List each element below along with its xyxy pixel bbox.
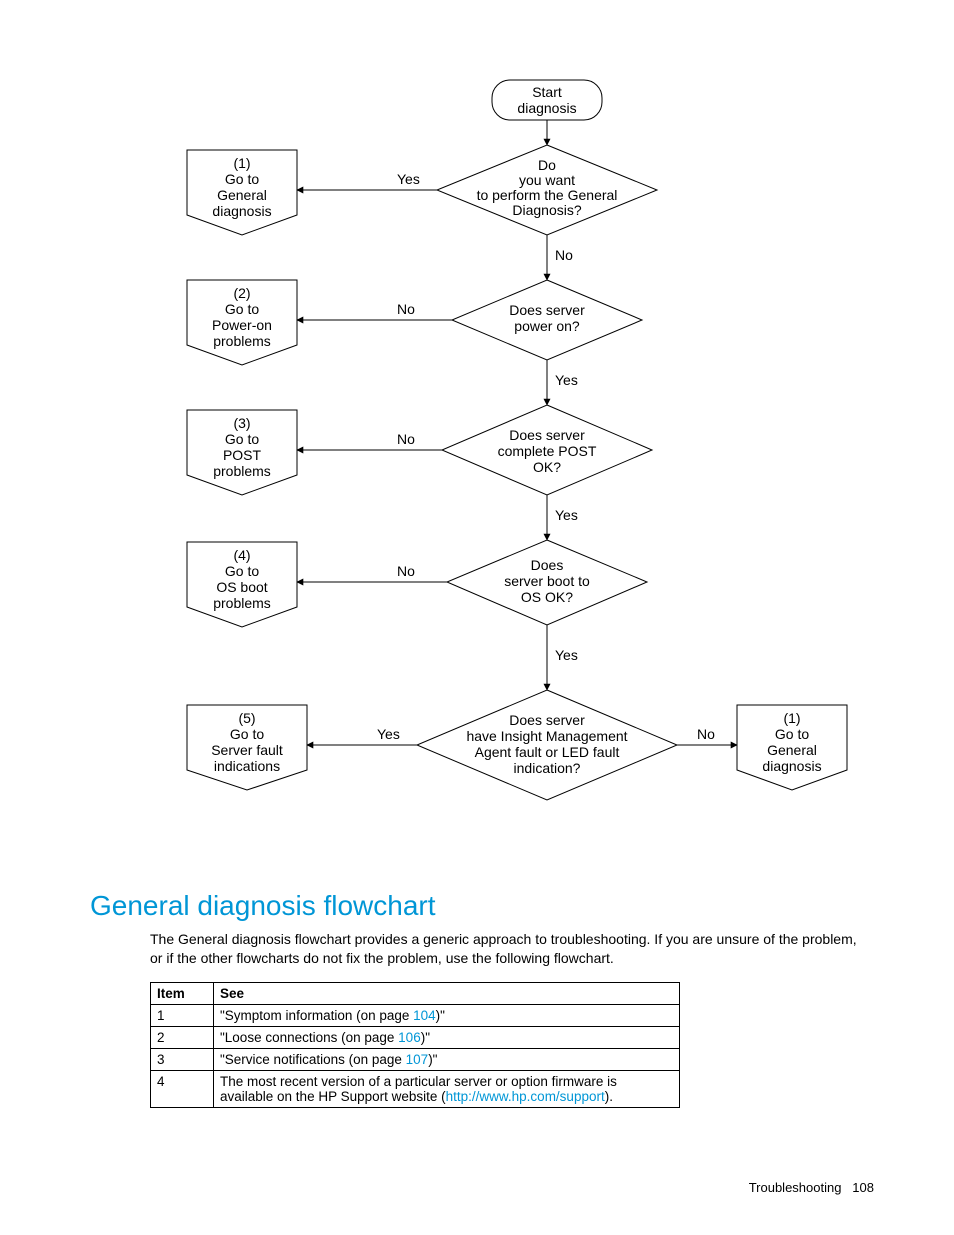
svg-text:have Insight Management: have Insight Management — [466, 728, 627, 744]
page-link[interactable]: http://www.hp.com/support — [446, 1089, 605, 1104]
svg-text:to perform the General: to perform the General — [477, 187, 618, 203]
svg-text:Go to: Go to — [225, 563, 259, 579]
svg-text:General: General — [767, 742, 817, 758]
svg-text:OK?: OK? — [533, 459, 561, 475]
col-see: See — [214, 982, 680, 1004]
offpage-right: (1) Go to General diagnosis — [737, 705, 847, 790]
cell-item: 2 — [151, 1026, 214, 1048]
svg-text:(1): (1) — [783, 710, 800, 726]
svg-text:Does: Does — [531, 557, 564, 573]
svg-text:(1): (1) — [233, 155, 250, 171]
page-link[interactable]: 106 — [398, 1030, 421, 1045]
table-row: 4The most recent version of a particular… — [151, 1070, 680, 1107]
edge-yes-4: Yes — [555, 647, 578, 663]
table-row: 2"Loose connections (on page 106)" — [151, 1026, 680, 1048]
svg-text:indications: indications — [214, 758, 280, 774]
section-title: General diagnosis flowchart — [90, 890, 894, 922]
offpage-4: (4) Go to OS boot problems — [187, 542, 297, 627]
cell-see: "Loose connections (on page 106)" — [214, 1026, 680, 1048]
svg-text:diagnosis: diagnosis — [762, 758, 821, 774]
svg-text:Go to: Go to — [225, 171, 259, 187]
cell-see: The most recent version of a particular … — [214, 1070, 680, 1107]
svg-text:diagnosis: diagnosis — [212, 203, 271, 219]
offpage-3: (3) Go to POST problems — [187, 410, 297, 495]
svg-text:problems: problems — [213, 595, 271, 611]
edge-no-4: No — [397, 563, 415, 579]
table-row: 1"Symptom information (on page 104)" — [151, 1004, 680, 1026]
svg-text:server boot to: server boot to — [504, 573, 590, 589]
start-text-2: diagnosis — [517, 100, 576, 116]
offpage-1: (1) Go to General diagnosis — [187, 150, 297, 235]
cell-item: 4 — [151, 1070, 214, 1107]
edge-no-5: No — [697, 726, 715, 742]
page-link[interactable]: 104 — [413, 1008, 436, 1023]
svg-text:OS boot: OS boot — [216, 579, 267, 595]
start-text: Start — [532, 84, 562, 100]
edge-no-2: No — [397, 301, 415, 317]
decision-1: Do you want to perform the General Diagn… — [437, 145, 657, 235]
decision-4: Does server boot to OS OK? — [447, 540, 647, 625]
svg-text:Power-on: Power-on — [212, 317, 272, 333]
svg-text:complete POST: complete POST — [498, 443, 597, 459]
svg-text:problems: problems — [213, 463, 271, 479]
section-body: The General diagnosis flowchart provides… — [150, 930, 864, 968]
svg-text:(4): (4) — [233, 547, 250, 563]
col-item: Item — [151, 982, 214, 1004]
svg-text:problems: problems — [213, 333, 271, 349]
svg-text:Does server: Does server — [509, 712, 585, 728]
svg-text:Go to: Go to — [775, 726, 809, 742]
page-link[interactable]: 107 — [406, 1052, 429, 1067]
offpage-5: (5) Go to Server fault indications — [187, 705, 307, 790]
edge-yes-3: Yes — [555, 507, 578, 523]
svg-text:Server fault: Server fault — [211, 742, 283, 758]
edge-yes-5: Yes — [377, 726, 400, 742]
svg-text:POST: POST — [223, 447, 262, 463]
diagnosis-flowchart: Start diagnosis Do you want to perform t… — [97, 70, 857, 860]
reference-table: Item See 1"Symptom information (on page … — [150, 982, 680, 1108]
start-node: Start diagnosis — [492, 80, 602, 120]
svg-text:Go to: Go to — [230, 726, 264, 742]
edge-no-1: No — [555, 247, 573, 263]
edge-yes-2: Yes — [555, 372, 578, 388]
page-footer: Troubleshooting 108 — [749, 1180, 874, 1195]
svg-text:Do: Do — [538, 157, 556, 173]
table-row: 3"Service notifications (on page 107)" — [151, 1048, 680, 1070]
svg-text:General: General — [217, 187, 267, 203]
edge-no-3: No — [397, 431, 415, 447]
decision-2: Does server power on? — [452, 280, 642, 360]
svg-text:OS OK?: OS OK? — [521, 589, 573, 605]
svg-text:Does server: Does server — [509, 302, 585, 318]
svg-text:(5): (5) — [238, 710, 255, 726]
cell-item: 3 — [151, 1048, 214, 1070]
svg-text:(2): (2) — [233, 285, 250, 301]
svg-text:you want: you want — [519, 172, 575, 188]
footer-page: 108 — [852, 1180, 874, 1195]
cell-item: 1 — [151, 1004, 214, 1026]
svg-text:(3): (3) — [233, 415, 250, 431]
svg-text:Diagnosis?: Diagnosis? — [512, 202, 581, 218]
decision-5: Does server have Insight Management Agen… — [417, 690, 677, 800]
cell-see: "Symptom information (on page 104)" — [214, 1004, 680, 1026]
svg-text:Go to: Go to — [225, 431, 259, 447]
svg-text:Does server: Does server — [509, 427, 585, 443]
edge-yes-1: Yes — [397, 171, 420, 187]
svg-text:power on?: power on? — [514, 318, 580, 334]
svg-text:indication?: indication? — [514, 760, 581, 776]
cell-see: "Service notifications (on page 107)" — [214, 1048, 680, 1070]
footer-section: Troubleshooting — [749, 1180, 842, 1195]
offpage-2: (2) Go to Power-on problems — [187, 280, 297, 365]
svg-text:Agent fault or LED fault: Agent fault or LED fault — [475, 744, 620, 760]
decision-3: Does server complete POST OK? — [442, 405, 652, 495]
svg-text:Go to: Go to — [225, 301, 259, 317]
